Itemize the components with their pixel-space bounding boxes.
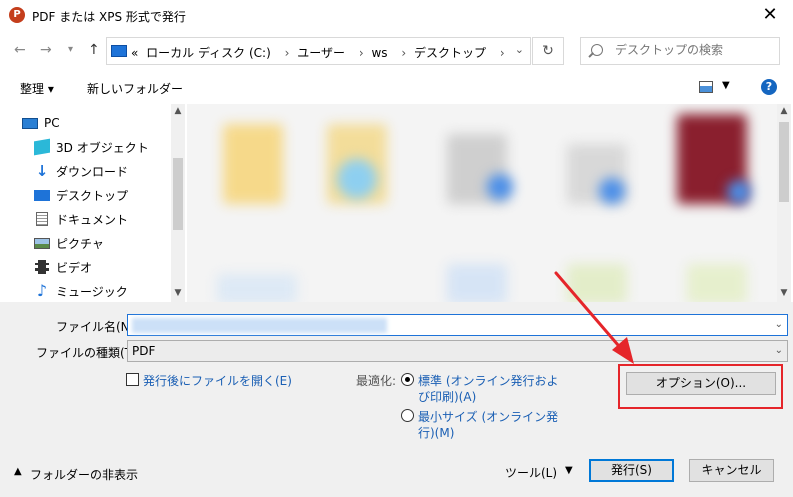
sidebar-item-label: ドキュメント — [56, 212, 129, 227]
scroll-down-icon[interactable]: ▼ — [171, 288, 185, 298]
file-thumbnail[interactable] — [223, 124, 283, 204]
recent-dropdown-icon[interactable]: ▾ — [68, 44, 73, 55]
sidebar-item-label: ビデオ — [56, 260, 93, 275]
breadcrumb-local-disk[interactable]: ローカル ディスク (C:) — [146, 46, 271, 60]
filetype-label: ファイルの種類(T): — [36, 346, 141, 360]
file-thumbnail[interactable] — [687, 264, 747, 302]
scroll-up-icon[interactable]: ▲ — [171, 106, 185, 116]
search-box[interactable] — [580, 37, 780, 65]
filetype-select[interactable]: PDF ⌄ — [127, 340, 788, 362]
sidebar-scrollbar[interactable]: ▲ ▼ — [171, 104, 185, 302]
scrollbar-thumb[interactable] — [173, 158, 183, 230]
breadcrumb-overflow[interactable]: « — [131, 46, 138, 60]
download-icon: ↓ — [35, 162, 49, 180]
picture-icon — [34, 237, 50, 249]
chevron-down-icon[interactable]: ⌄ — [515, 43, 524, 56]
toolbar: 整理 ▾ 新しいフォルダー ▼ ? — [0, 76, 793, 102]
filename-input[interactable]: ⌄ — [127, 314, 788, 336]
powerpoint-icon: P — [9, 7, 25, 23]
optimize-standard-label[interactable]: び印刷)(A) — [418, 388, 476, 405]
video-icon — [35, 260, 49, 274]
breadcrumb-users[interactable]: ユーザー — [297, 46, 345, 60]
organize-button[interactable]: 整理 ▾ — [20, 80, 54, 97]
sidebar-item-pc[interactable]: PC — [22, 112, 60, 134]
sidebar-item-documents[interactable]: ドキュメント — [34, 208, 128, 230]
navigation-bar: ← → ▾ ↑ « ローカル ディスク (C:) › ユーザー › ws › デ… — [0, 32, 793, 70]
publish-button[interactable]: 発行(S) — [589, 459, 674, 482]
breadcrumb-separator[interactable]: › — [359, 46, 364, 60]
file-thumbnail[interactable] — [447, 264, 507, 302]
file-list-scrollbar[interactable]: ▲ ▼ — [777, 104, 791, 302]
sidebar-item-music[interactable]: ♪ ミュージック — [34, 280, 128, 302]
file-thumbnail[interactable] — [567, 264, 627, 302]
sidebar-item-videos[interactable]: ビデオ — [34, 256, 92, 278]
sidebar-item-3d-objects[interactable]: 3D オブジェクト — [34, 136, 149, 158]
desktop-icon — [34, 189, 50, 201]
sidebar-item-label: 3D オブジェクト — [56, 140, 149, 155]
pc-icon — [111, 45, 127, 57]
chevron-down-icon[interactable]: ⌄ — [775, 319, 783, 330]
navigation-pane: PC 3D オブジェクト ↓ ダウンロード デスクトップ ドキュメント ピクチャ… — [0, 104, 187, 302]
optimize-minimum-label[interactable]: 最小サイズ (オンライン発 — [418, 408, 558, 425]
forward-button[interactable]: → — [40, 42, 52, 58]
file-thumbnail[interactable] — [487, 174, 513, 200]
breadcrumb-separator[interactable]: › — [401, 46, 406, 60]
title-bar: P PDF または XPS 形式で発行 ✕ — [0, 0, 793, 32]
scroll-down-icon[interactable]: ▼ — [777, 288, 791, 298]
breadcrumb-ws[interactable]: ws — [371, 46, 387, 60]
window-title: PDF または XPS 形式で発行 — [32, 10, 186, 24]
optimize-standard-label[interactable]: 標準 (オンライン発行およ — [418, 372, 559, 389]
file-list-view[interactable] — [187, 104, 777, 302]
refresh-button[interactable]: ↻ — [532, 37, 564, 65]
file-thumbnail[interactable] — [337, 159, 377, 199]
save-options-panel: ファイル名(N): ⌄ ファイルの種類(T): PDF ⌄ 発行後にファイルを開… — [0, 302, 793, 497]
filetype-value: PDF — [132, 344, 156, 358]
chevron-up-icon[interactable]: ▲ — [14, 466, 22, 477]
tools-button[interactable]: ツール(L) — [505, 464, 557, 481]
back-button[interactable]: ← — [14, 42, 26, 58]
annotation-highlight-box — [618, 364, 783, 409]
view-icon[interactable] — [699, 81, 713, 93]
hide-folders-button[interactable]: フォルダーの非表示 — [30, 466, 138, 483]
music-icon: ♪ — [36, 281, 48, 300]
open-after-publish-checkbox[interactable] — [126, 373, 139, 386]
sidebar-item-desktop[interactable]: デスクトップ — [34, 184, 128, 206]
view-dropdown-icon[interactable]: ▼ — [722, 80, 730, 91]
file-thumbnail[interactable] — [599, 178, 625, 204]
filename-value-redacted — [132, 318, 387, 333]
breadcrumb-separator[interactable]: › — [500, 46, 505, 60]
address-bar[interactable]: « ローカル ディスク (C:) › ユーザー › ws › デスクトップ › … — [106, 37, 531, 65]
breadcrumb-separator[interactable]: › — [285, 46, 290, 60]
optimize-standard-radio[interactable] — [401, 373, 414, 386]
close-button[interactable]: ✕ — [747, 0, 793, 32]
file-thumbnail[interactable] — [217, 274, 297, 302]
sidebar-item-label: ダウンロード — [56, 164, 129, 179]
optimize-minimum-radio[interactable] — [401, 409, 414, 422]
help-icon[interactable]: ? — [761, 79, 777, 95]
pc-icon — [22, 117, 38, 129]
sidebar-item-pictures[interactable]: ピクチャ — [34, 232, 104, 254]
sidebar-item-label: ピクチャ — [56, 236, 104, 251]
search-icon — [591, 44, 603, 56]
cancel-button[interactable]: キャンセル — [689, 459, 774, 482]
sidebar-item-label: PC — [44, 116, 60, 130]
document-icon — [36, 212, 48, 226]
sidebar-item-label: ミュージック — [56, 284, 128, 299]
scroll-up-icon[interactable]: ▲ — [777, 106, 791, 116]
cube-icon — [34, 138, 50, 156]
sidebar-item-label: デスクトップ — [56, 188, 129, 203]
optimize-label: 最適化: — [356, 374, 397, 388]
file-thumbnail[interactable] — [727, 180, 751, 204]
scrollbar-thumb[interactable] — [779, 122, 789, 202]
breadcrumb-desktop[interactable]: デスクトップ — [414, 46, 486, 60]
open-after-publish-label[interactable]: 発行後にファイルを開く(E) — [143, 372, 292, 389]
chevron-down-icon[interactable]: ⌄ — [775, 345, 783, 356]
tools-dropdown-icon[interactable]: ▼ — [565, 465, 573, 476]
breadcrumb: « ローカル ディスク (C:) › ユーザー › ws › デスクトップ › — [131, 44, 509, 61]
sidebar-item-downloads[interactable]: ↓ ダウンロード — [34, 160, 128, 182]
new-folder-button[interactable]: 新しいフォルダー — [87, 80, 183, 97]
up-button[interactable]: ↑ — [88, 42, 100, 58]
optimize-minimum-label[interactable]: 行)(M) — [418, 424, 454, 441]
search-input[interactable] — [615, 43, 775, 57]
